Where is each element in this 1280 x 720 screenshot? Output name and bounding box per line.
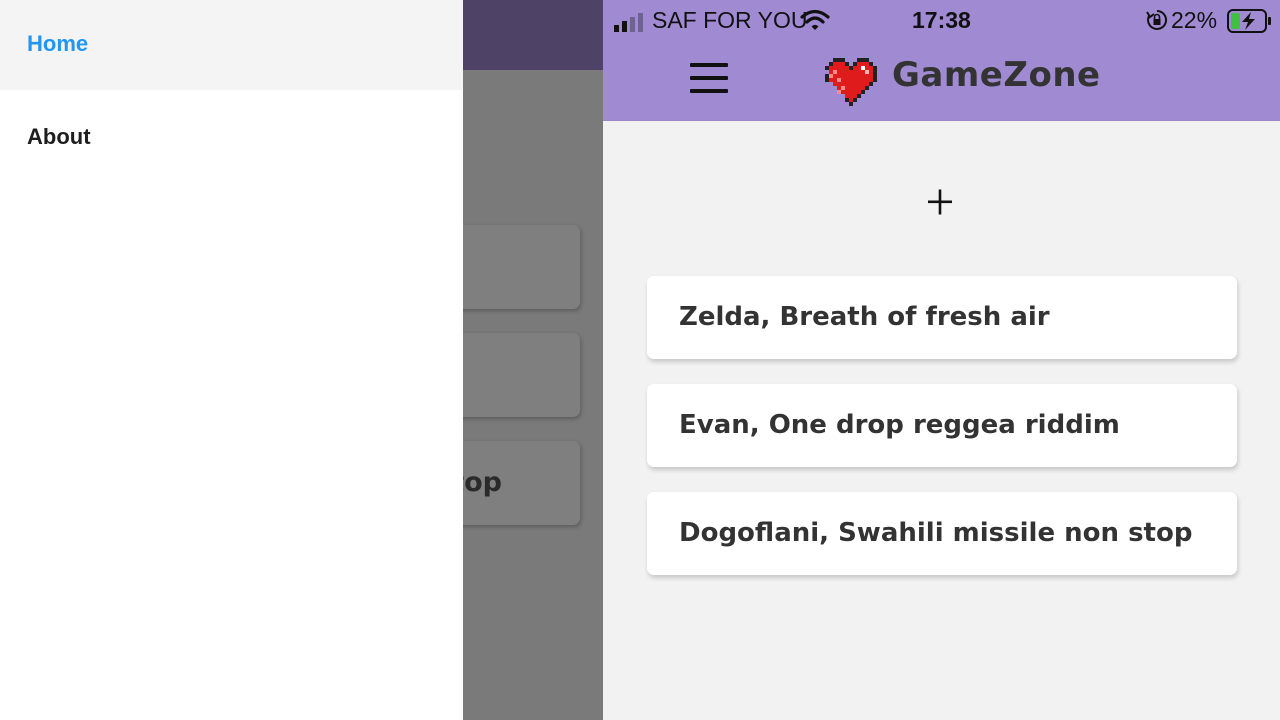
signal-icon (614, 13, 643, 32)
pixel-heart-icon (825, 58, 877, 106)
status-bar: SAF FOR YOU 17:38 22% (603, 0, 1280, 40)
review-title: Evan, One drop reggea riddim (679, 410, 1120, 440)
battery-percent: 22% (1171, 7, 1218, 33)
navigation-drawer: Home About (0, 0, 463, 720)
drawer-item-about[interactable]: About (0, 90, 463, 180)
hamburger-icon[interactable] (689, 63, 729, 95)
dimmed-card (463, 225, 580, 309)
rotation-lock-icon (1146, 9, 1168, 30)
status-time: 17:38 (912, 7, 971, 33)
app-screen: SAF FOR YOU 17:38 22% GameZone Zelda, Br… (603, 0, 1280, 720)
app-header: SAF FOR YOU 17:38 22% GameZone (603, 0, 1280, 121)
carrier-name: SAF FOR YOU (652, 7, 808, 33)
drawer-item-home[interactable]: Home (0, 0, 463, 90)
review-title: Zelda, Breath of fresh air (679, 302, 1050, 332)
review-card[interactable]: Zelda, Breath of fresh air (647, 276, 1237, 359)
review-card[interactable]: Evan, One drop reggea riddim (647, 384, 1237, 467)
app-title: GameZone (892, 55, 1101, 95)
dimmed-card: top (463, 441, 580, 525)
dimmed-header (463, 0, 603, 70)
battery-charging-icon (1227, 9, 1271, 33)
drawer-item-label: About (27, 124, 91, 149)
review-card[interactable]: Dogoflani, Swahili missile non stop (647, 492, 1237, 575)
dimmed-card (463, 333, 580, 417)
drawer-scrim[interactable]: top (463, 0, 603, 720)
dimmed-card-text: top (463, 467, 502, 498)
review-title: Dogoflani, Swahili missile non stop (679, 518, 1193, 548)
drawer-item-label: Home (27, 31, 89, 56)
wifi-icon (800, 9, 830, 30)
plus-icon[interactable] (928, 188, 952, 216)
